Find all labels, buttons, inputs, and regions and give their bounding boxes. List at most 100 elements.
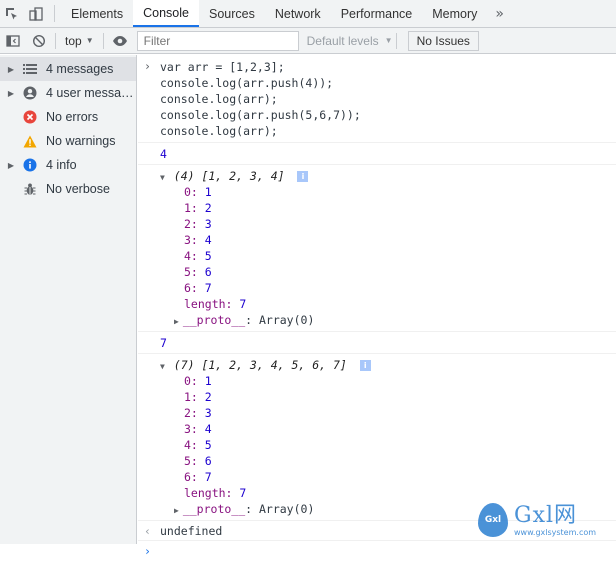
array-summary-toggle[interactable]: ▼ (7) [1, 2, 3, 4, 5, 6, 7] i: [138, 357, 616, 373]
list-icon: [22, 61, 38, 77]
console-sidebar: ▶ 4 messages ▶ 4 user messages No errors…: [0, 55, 137, 544]
toolbar-separator: [102, 32, 104, 49]
array-proto-toggle[interactable]: ▶ __proto__: Array(0): [138, 312, 616, 328]
info-icon: [22, 157, 38, 173]
sidebar-item-warnings[interactable]: No warnings: [0, 129, 136, 153]
sidebar-item-info[interactable]: ▶ 4 info: [0, 153, 136, 177]
live-expression-eye-icon[interactable]: [107, 28, 133, 53]
array-length: length: 7: [184, 297, 247, 311]
info-badge-icon[interactable]: i: [297, 171, 309, 182]
tab-performance[interactable]: Performance: [331, 0, 423, 27]
code-line: console.log(arr.push(5,6,7));: [160, 108, 361, 122]
array-summary: (7) [1, 2, 3, 4, 5, 6, 7]: [173, 358, 347, 372]
toolbar-separator: [55, 32, 56, 49]
error-icon: [22, 109, 38, 125]
array-entry: 1: 2: [184, 390, 212, 404]
array-entry: 4: 5: [184, 438, 212, 452]
array-entry: 5: 6: [184, 454, 212, 468]
more-tabs-icon[interactable]: »: [487, 0, 512, 27]
filter-input[interactable]: [136, 30, 299, 51]
return-value-text: undefined: [160, 524, 223, 538]
expanded-triangle-icon: ▼: [160, 362, 165, 371]
sidebar-item-verbose[interactable]: No verbose: [0, 177, 136, 201]
array-entry: 4: 5: [184, 249, 212, 263]
proto-value: : Array(0): [245, 502, 315, 516]
sidebar-item-label: 4 info: [46, 158, 77, 172]
tab-sources[interactable]: Sources: [199, 0, 265, 27]
devtools-tab-bar: Elements Console Sources Network Perform…: [0, 0, 616, 28]
prompt-chevron-icon: ›: [144, 544, 151, 558]
user-icon: [22, 85, 38, 101]
log-levels-label: Default levels: [306, 33, 379, 48]
issues-button[interactable]: No Issues: [407, 30, 479, 51]
log-levels-dropdown[interactable]: Default levels ▼: [307, 34, 393, 48]
expand-arrow-icon[interactable]: ▶: [0, 89, 22, 98]
bug-icon: [22, 181, 38, 197]
sidebar-item-messages[interactable]: ▶ 4 messages: [0, 57, 136, 81]
sidebar-item-label: 4 user messages: [46, 86, 136, 100]
code-line: console.log(arr);: [160, 124, 278, 138]
array-summary: (4) [1, 2, 3, 4]: [173, 169, 285, 183]
context-selector[interactable]: top ▼: [59, 34, 100, 48]
code-line: var arr = [1,2,3];: [160, 60, 285, 74]
sidebar-item-label: No errors: [46, 110, 99, 124]
collapsed-triangle-icon: ▶: [174, 317, 179, 326]
log-value: 7: [160, 336, 167, 350]
array-entry: 3: 4: [184, 422, 212, 436]
prompt-chevron-icon: ›: [144, 59, 151, 73]
tab-memory[interactable]: Memory: [422, 0, 487, 27]
device-toolbar-icon[interactable]: [24, 0, 48, 27]
inspect-element-icon[interactable]: [0, 0, 24, 27]
array-entry: 2: 3: [184, 217, 212, 231]
array-entry: 2: 3: [184, 406, 212, 420]
code-line: console.log(arr);: [160, 92, 278, 106]
sidebar-item-label: 4 messages: [46, 62, 114, 76]
sidebar-item-label: No warnings: [46, 134, 116, 148]
expand-arrow-icon[interactable]: ▶: [0, 161, 22, 170]
array-entry: 6: 7: [184, 281, 212, 295]
tab-console[interactable]: Console: [133, 0, 199, 27]
console-prompt-input[interactable]: ›: [138, 541, 616, 561]
clear-console-icon[interactable]: [26, 28, 52, 53]
tab-elements[interactable]: Elements: [61, 0, 133, 27]
console-log-number: 7: [138, 332, 616, 354]
toolbar-separator: [395, 32, 397, 49]
array-entry: 1: 2: [184, 201, 212, 215]
watermark-url: www.gxlsystem.com: [514, 527, 597, 537]
site-watermark: Gxl Gxl网 www.gxlsystem.com: [478, 496, 616, 544]
array-entry: 3: 4: [184, 233, 212, 247]
info-badge-icon[interactable]: i: [359, 360, 371, 371]
proto-key: __proto__: [182, 313, 246, 327]
expand-arrow-icon[interactable]: ▶: [0, 65, 22, 74]
array-entry: 6: 7: [184, 470, 212, 484]
console-log-array: ▼ (4) [1, 2, 3, 4] i 0: 1 1: 2 2: 3 3: 4…: [138, 165, 616, 332]
proto-key: __proto__: [182, 502, 246, 516]
array-entry: 0: 1: [184, 185, 212, 199]
console-output: › var arr = [1,2,3]; console.log(arr.pus…: [138, 55, 616, 558]
watermark-logo: Gxl: [478, 503, 508, 537]
sidebar-toggle-icon[interactable]: [0, 28, 26, 53]
chevron-down-icon: ▼: [85, 36, 94, 45]
watermark-text: Gxl网 www.gxlsystem.com: [514, 502, 597, 537]
tab-network[interactable]: Network: [265, 0, 331, 27]
sidebar-item-user-messages[interactable]: ▶ 4 user messages: [0, 81, 136, 105]
return-arrow-icon: ‹: [144, 524, 151, 538]
sidebar-item-label: No verbose: [46, 182, 110, 196]
array-entry: 5: 6: [184, 265, 212, 279]
watermark-title: Gxl网: [514, 502, 578, 528]
console-log-number: 4: [138, 143, 616, 165]
code-line: console.log(arr.push(4));: [160, 76, 334, 90]
proto-value: : Array(0): [245, 313, 315, 327]
console-input-block: › var arr = [1,2,3]; console.log(arr.pus…: [138, 55, 616, 143]
log-value: 4: [160, 147, 167, 161]
array-entry: 0: 1: [184, 374, 212, 388]
console-toolbar: top ▼ Default levels ▼ No Issues: [0, 28, 616, 54]
tab-bar-separator: [54, 5, 55, 22]
array-summary-toggle[interactable]: ▼ (4) [1, 2, 3, 4] i: [138, 168, 616, 184]
context-selector-label: top: [65, 33, 82, 48]
warning-icon: [22, 133, 38, 149]
collapsed-triangle-icon: ▶: [174, 506, 179, 515]
sidebar-item-errors[interactable]: No errors: [0, 105, 136, 129]
expanded-triangle-icon: ▼: [160, 173, 165, 182]
chevron-down-icon: ▼: [384, 36, 393, 45]
